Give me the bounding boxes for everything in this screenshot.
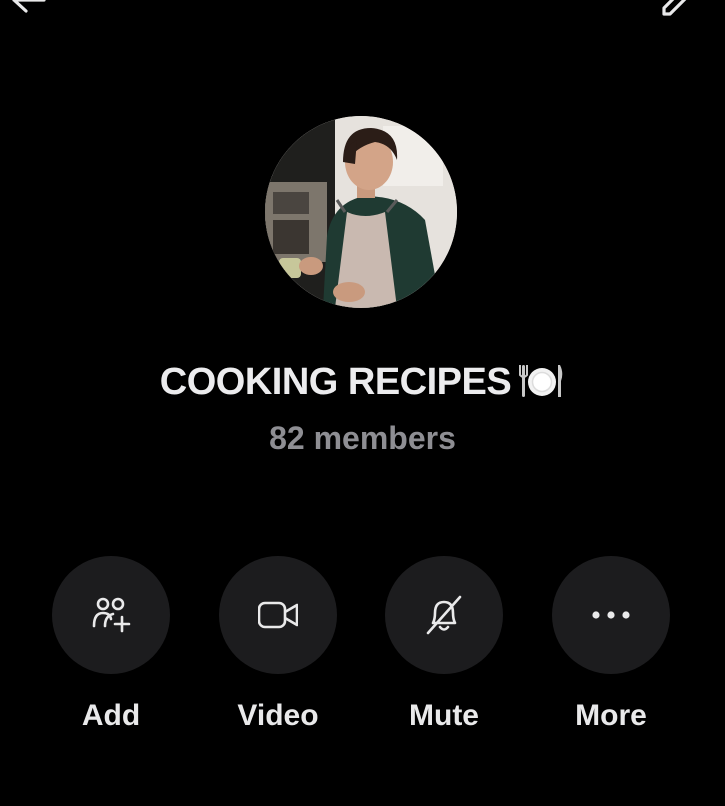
group-avatar[interactable]: [265, 116, 457, 308]
add-person-icon: [92, 597, 131, 633]
pencil-icon[interactable]: [654, 0, 702, 24]
back-arrow-icon[interactable]: [4, 0, 48, 22]
add-label: Add: [81, 699, 141, 732]
add-button[interactable]: [52, 556, 170, 674]
video-camera-icon: [258, 601, 298, 629]
mute-action: Mute: [385, 556, 503, 736]
add-action: Add: [52, 556, 170, 736]
group-title: COOKING RECIPES: [0, 356, 725, 408]
video-button[interactable]: [219, 556, 337, 674]
group-name-text: COOKING RECIPES: [159, 361, 512, 403]
mute-label: Mute: [409, 699, 479, 732]
mute-button[interactable]: [385, 556, 503, 674]
more-label: More: [575, 699, 647, 732]
more-action: More: [552, 556, 670, 736]
more-button[interactable]: [552, 556, 670, 674]
ellipsis-icon: [592, 611, 630, 619]
bell-slash-icon: [426, 595, 462, 635]
video-action: Video: [219, 556, 337, 736]
fork-knife-plate-icon: [519, 364, 563, 397]
group-photo: [265, 116, 457, 308]
member-count: 82 members: [269, 420, 456, 456]
video-label: Video: [237, 699, 319, 732]
